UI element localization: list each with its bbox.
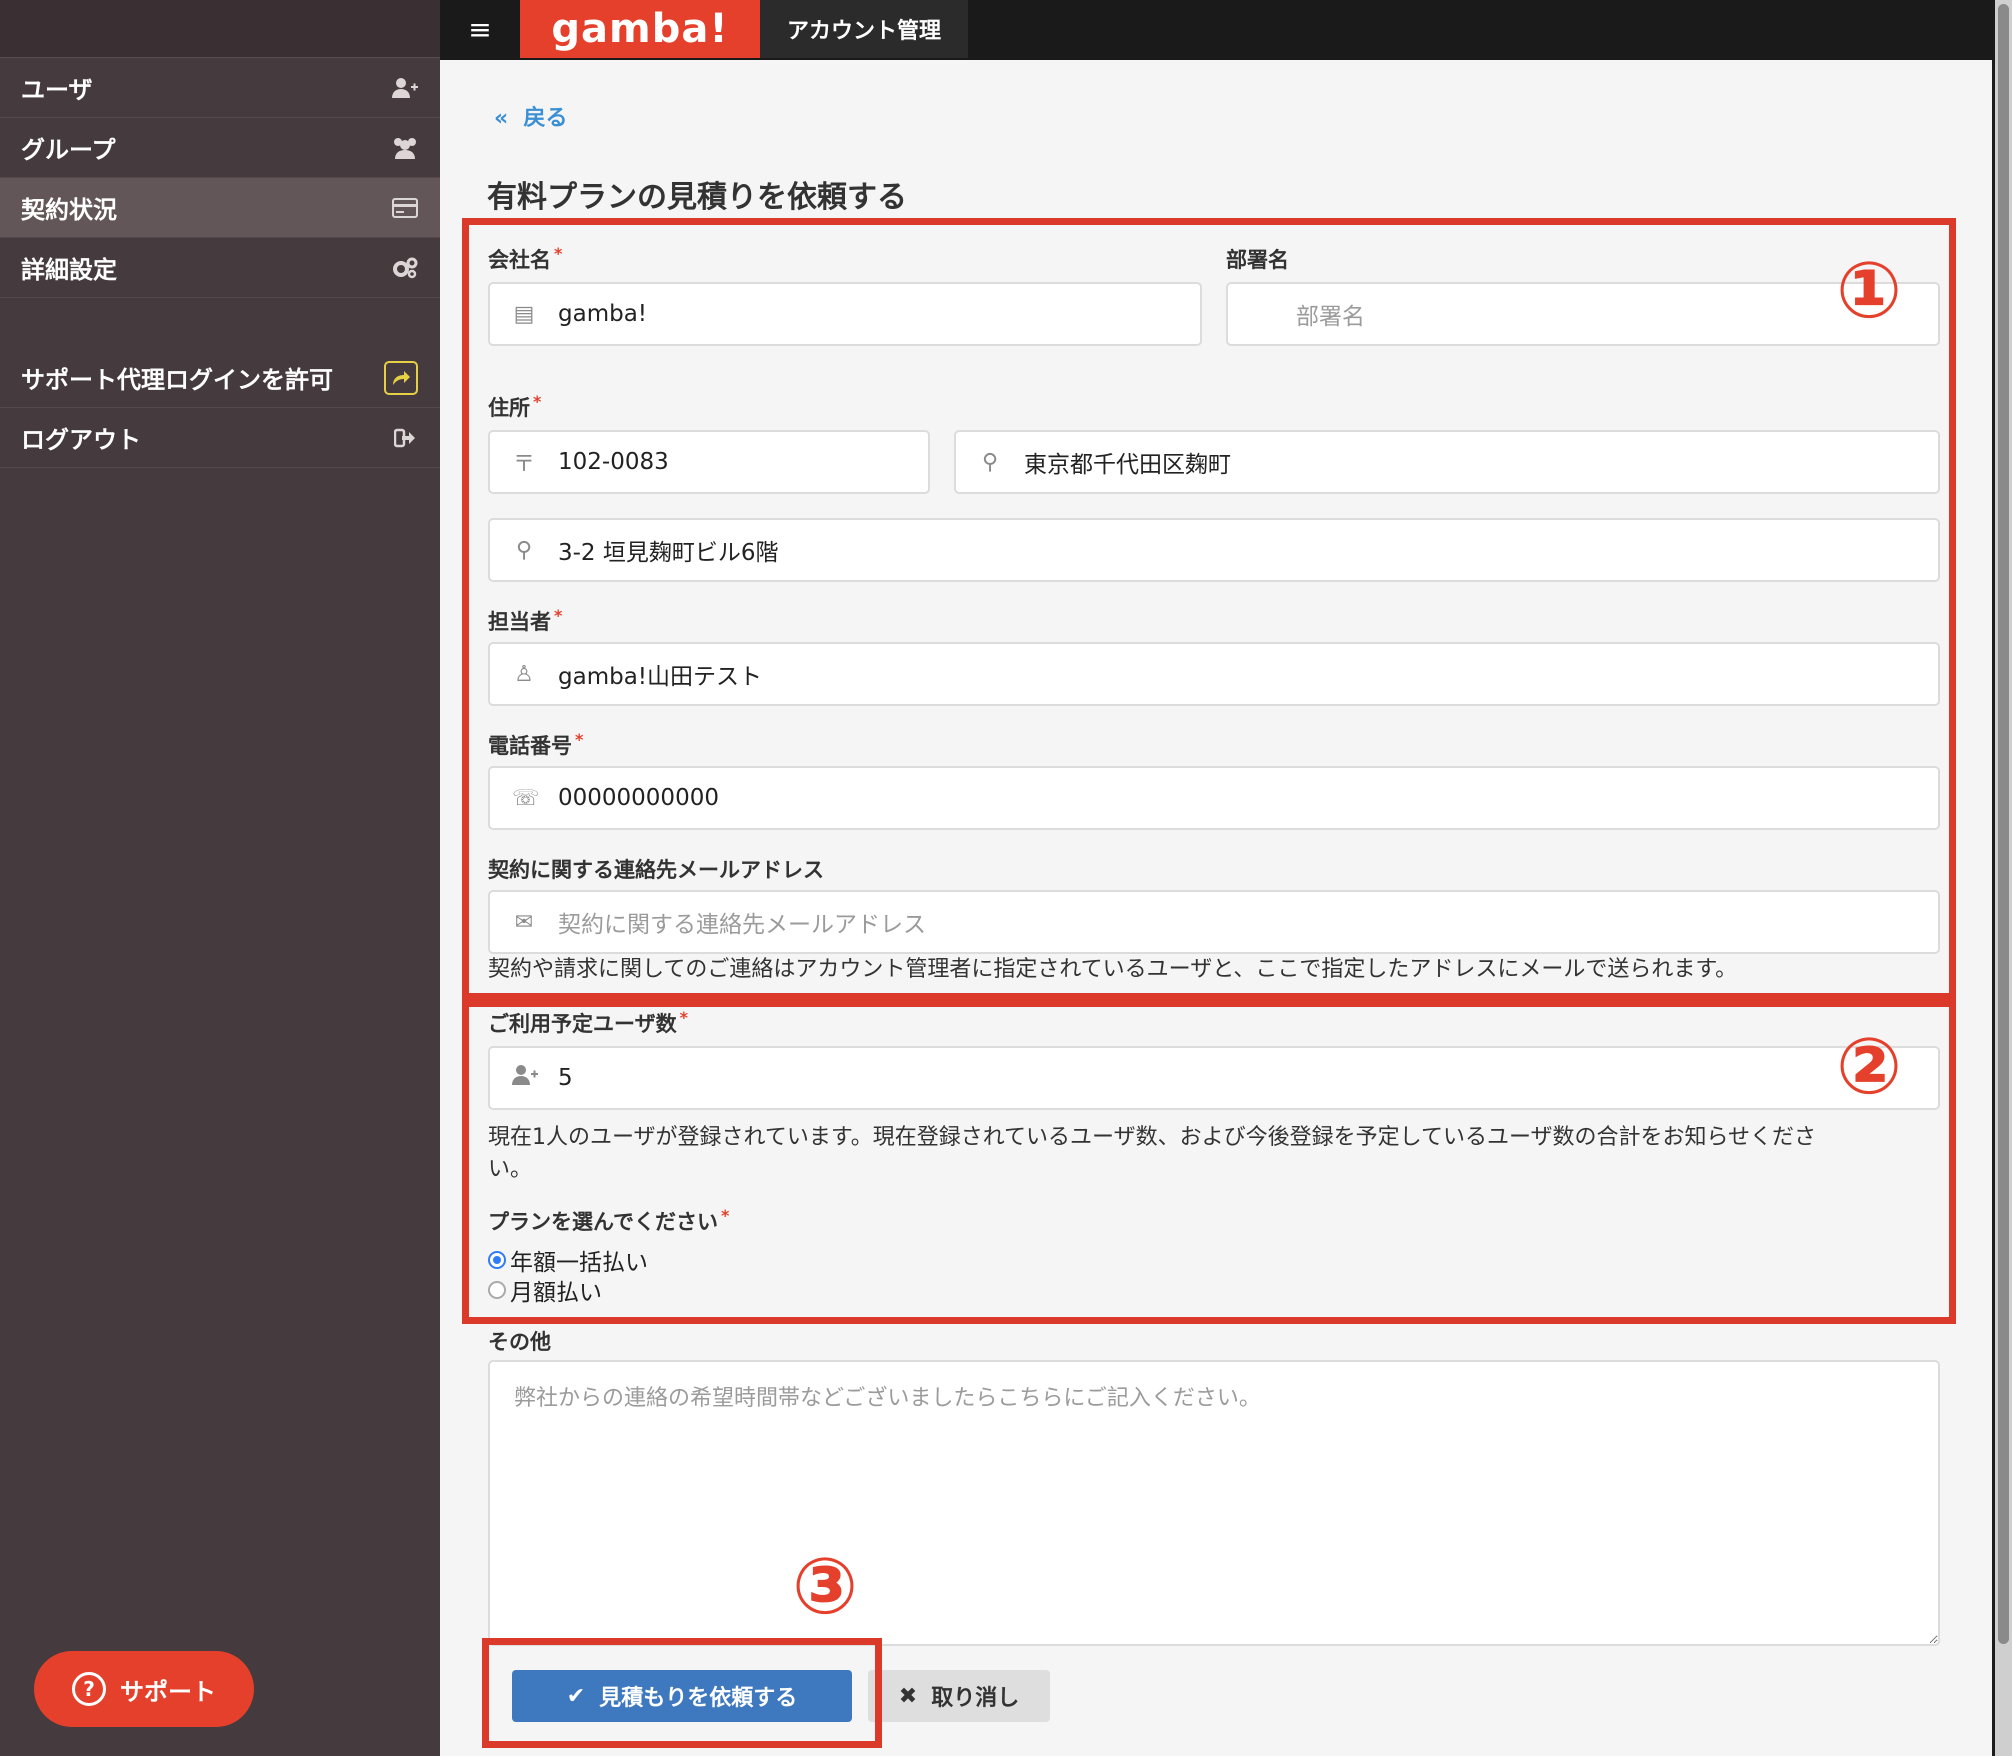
annotation-box-1: [462, 218, 1956, 1000]
sidebar-item-support-login[interactable]: サポート代理ログインを許可: [0, 348, 440, 408]
sidebar-item-logout[interactable]: ログアウト: [0, 408, 440, 468]
annotation-number-2: ②: [1836, 1022, 1903, 1112]
help-icon: ?: [72, 1672, 106, 1706]
sidebar-item-label: サポート代理ログインを許可: [21, 366, 333, 394]
add-user-icon: [392, 76, 418, 100]
sidebar-item-label: グループ: [21, 136, 116, 164]
cancel-button[interactable]: ✖ 取り消し: [868, 1670, 1050, 1722]
annotation-number-1: ①: [1836, 246, 1903, 336]
sidebar-item-settings[interactable]: 詳細設定: [0, 238, 440, 298]
credit-card-icon: [392, 196, 418, 220]
annotation-box-3: [482, 1638, 882, 1748]
annotation-box-2: [462, 1000, 1956, 1324]
page-tab: アカウント管理: [760, 0, 968, 58]
app-logo[interactable]: gamba!: [520, 0, 760, 58]
sidebar-item-label: 契約状況: [21, 196, 117, 224]
sidebar-item-label: ログアウト: [21, 426, 141, 454]
sidebar: ユーザ グループ 契約状況 詳細設定 サポート代理ログインを許可 ログアウト ?…: [0, 0, 440, 1756]
sidebar-item-contract[interactable]: 契約状況: [0, 178, 440, 238]
double-chevron-left-icon: «: [494, 106, 509, 131]
support-button[interactable]: ? サポート: [34, 1651, 254, 1727]
logout-icon: [392, 426, 418, 450]
sidebar-item-label: 詳細設定: [21, 256, 117, 284]
group-icon: [392, 136, 418, 160]
gears-icon: [392, 256, 418, 280]
annotation-number-3: ③: [792, 1542, 859, 1632]
other-label: その他: [488, 1330, 551, 1354]
sidebar-header: [0, 0, 440, 58]
sidebar-item-label: ユーザ: [21, 76, 93, 104]
top-bar: ≡ gamba! アカウント管理: [440, 0, 2012, 60]
close-icon: ✖: [898, 1683, 918, 1709]
hamburger-icon[interactable]: ≡: [440, 0, 520, 58]
other-textarea[interactable]: [488, 1360, 1940, 1646]
sidebar-item-users[interactable]: ユーザ: [0, 58, 440, 118]
page-title: 有料プランの見積りを依頼する: [487, 180, 907, 215]
share-icon: [384, 360, 418, 395]
scrollbar-thumb[interactable]: [1998, 4, 2009, 1644]
back-link[interactable]: « 戻る: [494, 100, 568, 132]
sidebar-item-groups[interactable]: グループ: [0, 118, 440, 178]
